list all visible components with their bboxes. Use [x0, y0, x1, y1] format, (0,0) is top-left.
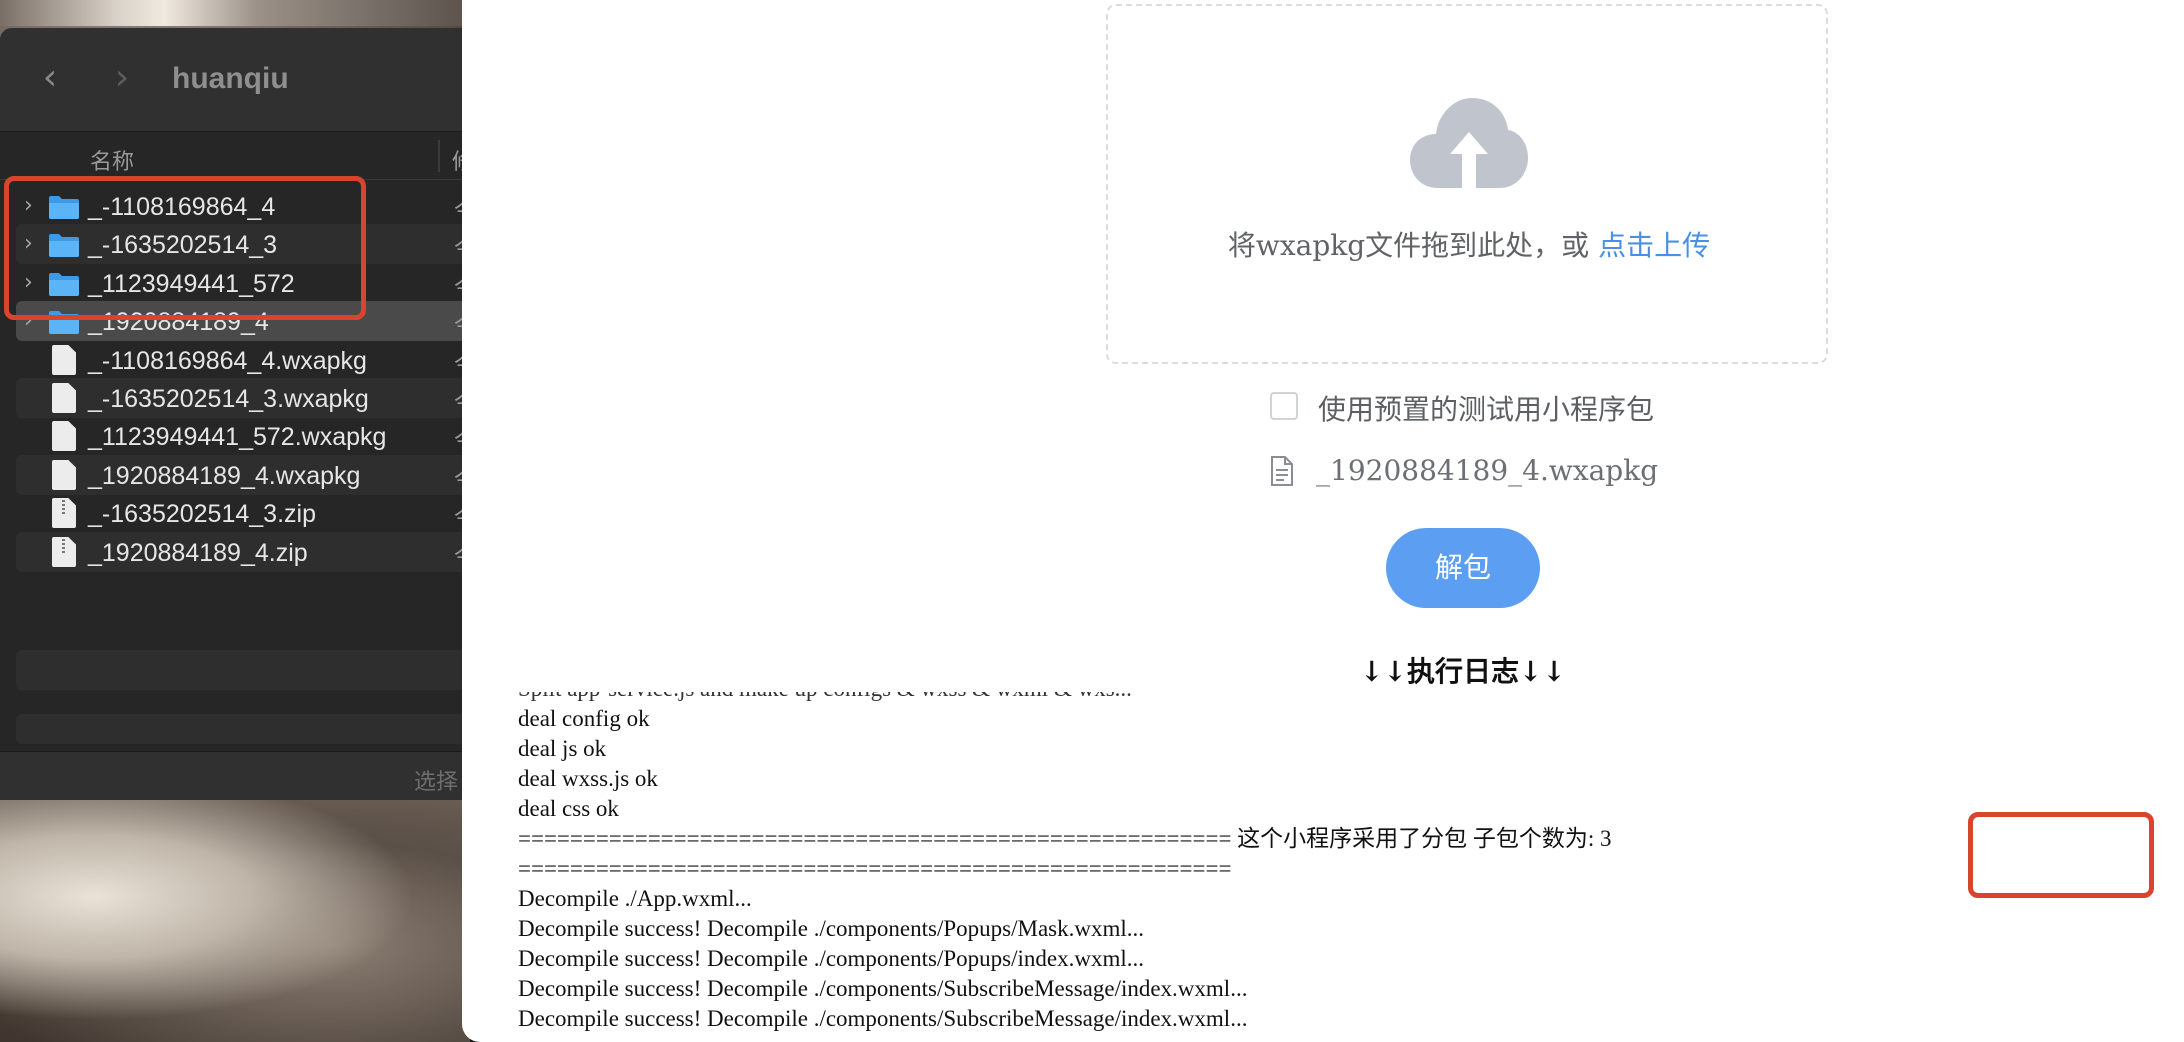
file-name: _1920884189_4.wxapkg [88, 462, 361, 490]
log-line: Decompile success! Decompile ./component… [518, 916, 1145, 941]
unpack-button[interactable]: 解包 [1386, 528, 1540, 608]
log-line: Decompile success! Decompile ./component… [518, 1006, 1248, 1031]
highlight-box-subpackage [1968, 812, 2154, 898]
file-row[interactable]: _1920884189_4.zip今 [16, 532, 470, 572]
chevron-left-icon[interactable]: ‹ [32, 58, 68, 98]
log-line: Split app-service.js and make up configs… [518, 692, 1132, 704]
column-name-header[interactable]: 名称 [90, 144, 134, 176]
upload-dropzone[interactable]: 将wxapkg文件拖到此处，或 点击上传 [1106, 4, 1828, 364]
finder-toolbar: ‹ › huanqiu [0, 28, 470, 132]
file-row[interactable]: _-1635202514_3.wxapkg今 [16, 378, 470, 418]
log-title: ↓↓执行日志↓↓ [1360, 655, 1566, 688]
upload-instructions: 将wxapkg文件拖到此处，或 点击上传 [1108, 224, 1830, 264]
finder-status-bar: 选择 [0, 751, 470, 800]
cloud-upload-icon [1410, 98, 1528, 188]
file-row[interactable]: _1123949441_572.wxapkg今 [16, 416, 470, 456]
file-name: _-1635202514_3.zip [88, 500, 316, 528]
main-panel: 将wxapkg文件拖到此处，或 点击上传 使用预置的测试用小程序包 _19208… [462, 0, 2184, 1042]
zip-file-icon [52, 498, 76, 528]
file-name: _-1108169864_4.wxapkg [88, 347, 367, 375]
preset-package-checkbox[interactable] [1270, 392, 1298, 420]
file-row[interactable]: _1920884189_4.wxapkg今 [16, 455, 470, 495]
execution-log: Split app-service.js and make up configs… [518, 692, 2118, 1042]
finder-window: ‹ › huanqiu 名称 修 ›_-1108169864_4今›_-1635… [0, 28, 470, 800]
status-text: 选择 [414, 770, 459, 795]
file-icon [52, 383, 76, 413]
document-icon [1271, 456, 1293, 486]
upload-link[interactable]: 点击上传 [1598, 229, 1710, 262]
log-line: Decompile success! Decompile ./component… [518, 976, 1248, 1001]
zip-file-icon [52, 537, 76, 567]
chevron-right-icon[interactable]: › [104, 58, 140, 98]
background-photo-fur [0, 800, 470, 1042]
log-line: deal css ok [518, 796, 619, 821]
file-icon [52, 460, 76, 490]
file-name: _-1635202514_3.wxapkg [88, 385, 369, 413]
log-line: Decompile success! Decompile ./component… [518, 946, 1144, 971]
highlight-box-folders [4, 176, 366, 320]
preset-package-label[interactable]: 使用预置的测试用小程序包 [1318, 388, 1654, 428]
file-name: _1123949441_572.wxapkg [88, 423, 387, 451]
upload-text: 将wxapkg文件拖到此处，或 [1227, 229, 1599, 262]
log-line: ========================================… [518, 826, 1612, 851]
log-line: deal config ok [518, 706, 650, 731]
file-row[interactable]: _-1108169864_4.wxapkg今 [16, 340, 470, 380]
column-separator[interactable] [438, 140, 440, 172]
file-icon [52, 345, 76, 375]
chosen-file-name: _1920884189_4.wxapkg [1316, 454, 1659, 487]
empty-list-row [16, 714, 470, 744]
log-line: Decompile ./App.wxml... [518, 886, 752, 911]
file-row[interactable]: _-1635202514_3.zip今 [16, 493, 470, 533]
finder-title: huanqiu [172, 62, 289, 95]
file-name: _1920884189_4.zip [88, 539, 308, 567]
log-line: deal wxss.js ok [518, 766, 658, 791]
log-line: ========================================… [518, 856, 1232, 881]
empty-list-row [16, 650, 470, 690]
log-line: deal js ok [518, 736, 607, 761]
file-icon [52, 421, 76, 451]
column-header: 名称 修 [0, 132, 470, 180]
background-photo-strip [0, 0, 470, 26]
